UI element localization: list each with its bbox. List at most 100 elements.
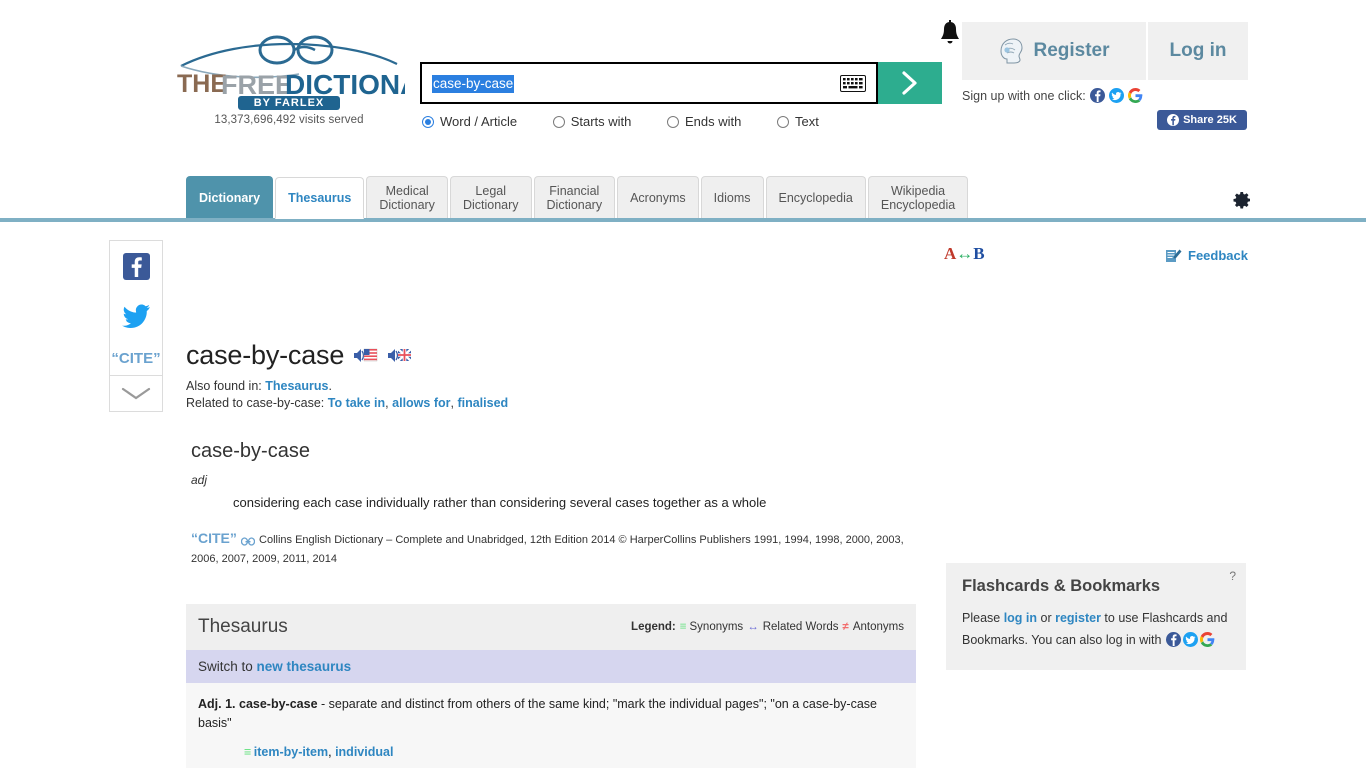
- thesaurus-panel: Thesaurus Legend: ≡ Synonyms ↔ Related W…: [186, 604, 916, 768]
- help-icon[interactable]: ?: [1229, 569, 1236, 583]
- related-link-2[interactable]: finalised: [457, 396, 508, 410]
- cite-button[interactable]: “CITE”: [191, 530, 237, 546]
- feedback-label: Feedback: [1188, 248, 1248, 263]
- thesaurus-synonyms: ≡ item-by-item, individual: [244, 745, 904, 759]
- auth-bar: Register Log in: [962, 22, 1248, 80]
- login-button[interactable]: Log in: [1148, 22, 1248, 80]
- legend-label: Legend:: [631, 621, 676, 633]
- gear-icon[interactable]: [1232, 190, 1252, 210]
- tab-financial-dictionary[interactable]: Financial Dictionary: [533, 176, 616, 218]
- radio-label: Starts with: [570, 114, 632, 129]
- thesaurus-body: Adj. 1. case-by-case - separate and dist…: [186, 683, 916, 768]
- tab-dictionary[interactable]: Dictionary: [186, 176, 274, 218]
- switch-thesaurus-row: Switch to new thesaurus: [186, 650, 916, 683]
- tab-medical-dictionary[interactable]: Medical Dictionary: [366, 176, 448, 218]
- also-found-thesaurus-link[interactable]: Thesaurus: [265, 379, 328, 393]
- tab-legal-dictionary[interactable]: Legal Dictionary: [449, 176, 532, 218]
- fc-text-1: Please: [962, 611, 1004, 625]
- facebook-share-button[interactable]: Share 25K: [1157, 110, 1247, 130]
- search-submit-button[interactable]: [878, 62, 942, 104]
- definition-block: case-by-case adj considering each case i…: [186, 440, 916, 569]
- google-icon[interactable]: [1127, 88, 1143, 103]
- tab-label: Wikipedia Encyclopedia: [880, 183, 956, 212]
- entry-word: case-by-case: [239, 697, 318, 711]
- rail-cite-button[interactable]: “CITE”: [110, 341, 162, 375]
- feedback-link[interactable]: Feedback: [1165, 247, 1248, 264]
- twitter-icon: [121, 304, 150, 328]
- comma: ,: [385, 396, 389, 410]
- tab-encyclopedia[interactable]: Encyclopedia: [765, 176, 866, 218]
- tab-acronyms[interactable]: Acronyms: [617, 176, 699, 218]
- tab-idioms[interactable]: Idioms: [700, 176, 764, 218]
- radio-label: Text: [795, 114, 819, 129]
- flashcards-register-link[interactable]: register: [1055, 611, 1101, 625]
- new-thesaurus-link[interactable]: new thesaurus: [257, 659, 352, 674]
- twitter-icon[interactable]: [1182, 632, 1198, 647]
- brain-head-icon: [1000, 38, 1023, 64]
- tab-label: Thesaurus: [288, 191, 352, 205]
- rail-twitter-button[interactable]: [110, 291, 162, 341]
- radio-starts-with[interactable]: Starts with: [552, 114, 632, 129]
- speaker-uk-flag-icon[interactable]: [387, 347, 412, 364]
- radio-text[interactable]: Text: [777, 114, 819, 129]
- also-found-in: Also found in: Thesaurus.: [186, 379, 916, 393]
- facebook-icon[interactable]: [1089, 88, 1105, 103]
- rail-facebook-button[interactable]: [110, 241, 162, 291]
- logo-graphic: THE FREE DICTIONARY: [177, 35, 405, 100]
- citation-source: Collins English Dictionary – Complete an…: [191, 534, 904, 565]
- fc-text-2: or: [1037, 611, 1056, 625]
- tab-label: Encyclopedia: [778, 190, 853, 205]
- comma: ,: [450, 396, 454, 410]
- definition-text: considering each case individually rathe…: [233, 495, 767, 510]
- radio-label: Word / Article: [440, 114, 518, 129]
- link-icon[interactable]: [240, 537, 256, 546]
- synonym-link-1[interactable]: individual: [335, 745, 393, 759]
- search-mode-radios: Word / Article Starts with Ends with Tex…: [422, 114, 851, 131]
- tab-wikipedia-encyclopedia[interactable]: Wikipedia Encyclopedia: [867, 176, 969, 218]
- chevron-down-icon: [121, 387, 151, 400]
- register-button[interactable]: Register: [962, 22, 1148, 80]
- register-label: Register: [1033, 40, 1110, 61]
- thesaurus-header: Thesaurus Legend: ≡ Synonyms ↔ Related W…: [186, 604, 916, 650]
- part-of-speech: adj: [191, 473, 208, 487]
- facebook-icon[interactable]: [1165, 632, 1181, 647]
- signup-row: Sign up with one click:: [962, 88, 1143, 103]
- translate-arrow-icon: ↔: [956, 244, 974, 263]
- article-main: case-by-case Also found in: Thesaurus. R…: [186, 340, 916, 569]
- svg-text:THE: THE: [177, 70, 227, 98]
- rail-expand-button[interactable]: [110, 375, 162, 411]
- search-box[interactable]: case-by-case: [420, 62, 878, 104]
- synonym-link-0[interactable]: item-by-item: [254, 745, 328, 759]
- flashcards-login-link[interactable]: log in: [1004, 611, 1037, 625]
- period: .: [328, 379, 332, 393]
- flashcards-title: Flashcards & Bookmarks: [962, 577, 1161, 595]
- search-area: case-by-case: [420, 62, 942, 104]
- nav-tabs: Dictionary Thesaurus Medical Dictionary L…: [186, 176, 970, 219]
- related-link-1[interactable]: allows for: [392, 396, 450, 410]
- speaker-us-flag-icon[interactable]: [353, 347, 378, 364]
- also-found-prefix: Also found in:: [186, 379, 262, 393]
- feedback-pencil-icon: [1166, 249, 1182, 262]
- notification-bell-icon[interactable]: [938, 20, 962, 48]
- category-nav: Dictionary Thesaurus Medical Dictionary L…: [0, 176, 1366, 222]
- tab-label: Acronyms: [630, 190, 686, 205]
- definition-headword: case-by-case: [191, 440, 310, 462]
- radio-label: Ends with: [685, 114, 742, 129]
- translate-button[interactable]: A↔B: [944, 244, 985, 264]
- keyboard-icon[interactable]: [840, 75, 866, 92]
- legend-synonyms: Synonyms: [689, 621, 744, 633]
- citation-row: “CITE” Collins English Dictionary – Comp…: [191, 529, 916, 569]
- tab-thesaurus[interactable]: Thesaurus: [275, 177, 365, 219]
- share-rail: “CITE”: [109, 240, 163, 412]
- radio-ends-with[interactable]: Ends with: [667, 114, 741, 129]
- radio-word-article[interactable]: Word / Article: [422, 114, 517, 129]
- twitter-icon[interactable]: [1108, 88, 1124, 103]
- related-prefix: Related to case-by-case:: [186, 396, 325, 410]
- related-link-0[interactable]: To take in: [328, 396, 385, 410]
- site-logo[interactable]: THE FREE DICTIONARY BY FARLEX 13,373,696…: [173, 30, 405, 126]
- antonym-symbol-icon: ≠: [842, 621, 849, 633]
- related-symbol-icon: ↔: [747, 621, 759, 633]
- google-icon[interactable]: [1199, 632, 1215, 647]
- legend-antonyms: Antonyms: [852, 621, 904, 633]
- facebook-icon: [1167, 114, 1180, 126]
